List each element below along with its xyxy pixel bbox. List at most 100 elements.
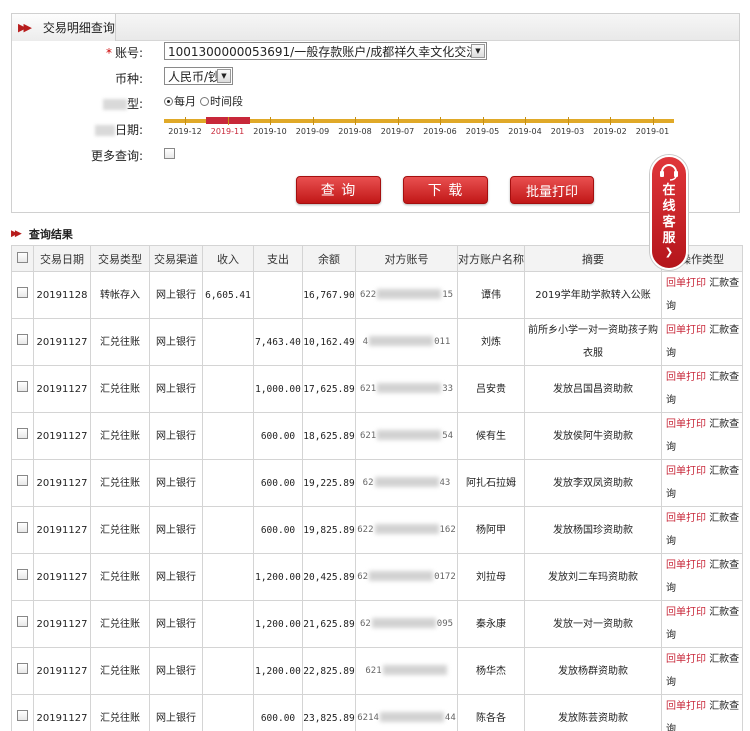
cell-balance: 21,625.89 [302,600,356,648]
row-checkbox[interactable] [17,427,28,439]
timeline-month-2019-07[interactable]: 2019-07 [381,127,414,136]
batch-print-button[interactable]: 批量打印 [510,176,594,204]
row-checkbox[interactable] [17,615,28,627]
select-all-checkbox[interactable] [17,251,28,263]
radio-monthly[interactable]: 每月 [164,93,196,109]
row-checkbox[interactable] [17,333,28,345]
download-button[interactable]: 下 载 [403,176,488,204]
cell-channel: 网上银行 [149,506,203,554]
timeline-month-2019-01[interactable]: 2019-01 [636,127,669,136]
cell-income [202,412,254,460]
row-select[interactable] [11,459,34,507]
timeline-month-2019-06[interactable]: 2019-06 [423,127,456,136]
receipt-print-link[interactable]: 回单打印 [666,278,706,289]
receipt-print-link[interactable]: 回单打印 [666,701,706,712]
radio-dot[interactable] [200,96,209,106]
account-mask [377,289,442,299]
cell-operations: 回单打印 汇款查询 [661,506,743,554]
online-service-badge[interactable]: 在线客服 ❯ [650,155,688,270]
timeline-month-2019-09[interactable]: 2019-09 [296,127,329,136]
cell-operations: 回单打印 汇款查询 [661,694,743,731]
query-button[interactable]: 查 询 [296,176,381,204]
date-label: 日期: [63,121,143,138]
cell-type: 转帐存入 [90,271,150,319]
row-select[interactable] [11,600,34,648]
account-tail: 33 [442,383,454,394]
radio-period[interactable]: 时间段 [200,93,243,109]
row-select[interactable] [11,694,34,731]
cell-income [202,506,254,554]
header-select-all[interactable] [11,245,34,272]
currency-select[interactable]: 人民币/钞 ▼ [164,67,233,85]
chevron-down-icon[interactable]: ▼ [471,44,485,58]
cell-counter-account: 621 54 [355,412,458,460]
receipt-print-link[interactable]: 回单打印 [666,325,706,336]
cell-summary: 发放陈芸资助款 [524,694,662,731]
cell-type: 汇兑往账 [90,647,150,695]
cell-counter-account: 62 43 [355,459,458,507]
row-checkbox[interactable] [17,709,28,721]
cell-date: 20191128 [33,271,91,319]
timeline-tick [610,117,611,125]
more-query-checkbox[interactable] [164,148,175,159]
row-select[interactable] [11,647,34,695]
receipt-print-link[interactable]: 回单打印 [666,466,706,477]
cell-balance: 16,767.90 [302,271,356,319]
timeline-month-2019-03[interactable]: 2019-03 [551,127,584,136]
cell-type: 汇兑往账 [90,318,150,366]
account-label: * 账号: [105,46,143,60]
row-checkbox[interactable] [17,662,28,674]
timeline-tick [185,117,186,125]
receipt-print-link[interactable]: 回单打印 [666,607,706,618]
cell-counter-name: 陈各各 [457,694,525,731]
account-tail: 15 [442,289,454,300]
cell-expense: 600.00 [253,412,303,460]
header-counter-name: 对方账户名称 [457,245,525,272]
results-title: 查询结果 [28,228,73,241]
timeline-month-2019-12[interactable]: 2019-12 [168,127,201,136]
cell-operations: 回单打印 汇款查询 [661,600,743,648]
row-checkbox[interactable] [17,474,28,486]
month-timeline[interactable]: 2019-12 2019-11 2019-10 2019-09 2019-08 2019-… [164,117,676,137]
cell-date: 20191127 [33,318,91,366]
timeline-month-2019-08[interactable]: 2019-08 [338,127,371,136]
receipt-print-link[interactable]: 回单打印 [666,372,706,383]
cell-date: 20191127 [33,647,91,695]
row-select[interactable] [11,271,34,319]
cell-counter-account: 4 011 [355,318,458,366]
row-checkbox[interactable] [17,521,28,533]
row-checkbox[interactable] [17,286,28,298]
row-checkbox[interactable] [17,568,28,580]
row-select[interactable] [11,553,34,601]
timeline-month-2019-11[interactable]: 2019-11 [211,127,244,136]
cell-summary: 发放侯阿牛资助款 [524,412,662,460]
cell-summary: 发放刘二车玛资助款 [524,553,662,601]
row-select[interactable] [11,318,34,366]
receipt-print-link[interactable]: 回单打印 [666,513,706,524]
row-select[interactable] [11,412,34,460]
timeline-month-2019-04[interactable]: 2019-04 [508,127,541,136]
cell-operations: 回单打印 汇款查询 [661,412,743,460]
timeline-tick [227,117,229,125]
table-row: 20191127 汇兑往账 网上银行 600.00 23,825.89 6214 44 陈各各… [11,694,743,731]
timeline-month-2019-05[interactable]: 2019-05 [466,127,499,136]
cell-counter-account: 6214 44 [355,694,458,731]
account-head: 621 [359,430,377,441]
row-checkbox[interactable] [17,380,28,392]
row-select[interactable] [11,365,34,413]
radio-dot[interactable] [164,96,173,106]
account-select[interactable]: 1001300000053691/一般存款账户/成都祥久幸文化交流中心 ▼ [164,42,487,60]
timeline-tick [397,117,399,125]
account-head: 62 [359,618,371,629]
cell-expense: 1,000.00 [253,365,303,413]
receipt-print-link[interactable]: 回单打印 [666,419,706,430]
timeline-month-2019-02[interactable]: 2019-02 [593,127,626,136]
receipt-print-link[interactable]: 回单打印 [666,654,706,665]
chevron-down-icon[interactable]: ▼ [217,69,231,83]
receipt-print-link[interactable]: 回单打印 [666,560,706,571]
timeline-month-2019-10[interactable]: 2019-10 [253,127,286,136]
cell-type: 汇兑往账 [90,459,150,507]
row-select[interactable] [11,506,34,554]
cell-channel: 网上银行 [149,459,203,507]
cell-date: 20191127 [33,600,91,648]
